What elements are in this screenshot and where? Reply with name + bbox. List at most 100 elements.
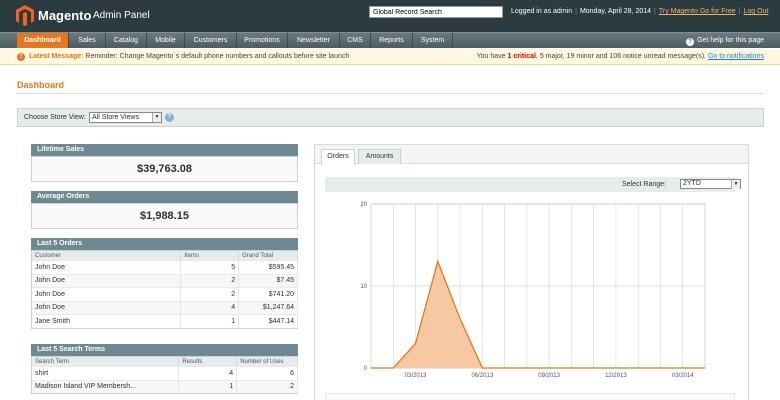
nav-promotions[interactable]: Promotions [237,33,288,48]
nav-system[interactable]: System [413,33,453,48]
brand-name: Magento [38,8,92,23]
col-customer: Customer [31,250,182,261]
order-customer: Jane Smith [31,314,182,328]
page-title: Dashboard [17,80,65,90]
summary-prefix: You have [476,53,506,60]
nav-cms[interactable]: CMS [340,33,371,48]
nav-dashboard[interactable]: Dashboard [17,33,69,48]
x-tick-label: 06/2013 [471,373,493,379]
nav-newsletter[interactable]: Newsletter [288,33,340,48]
average-orders-header: Average Orders [31,191,298,203]
main-nav: Dashboard Sales Catalog Mobile Customers… [0,32,780,48]
y-tick-label: 10 [360,284,367,290]
chevron-down-icon: ▼ [152,113,161,122]
search-uses: 6 [236,366,298,380]
lifetime-sales-header: Lifetime Sales [31,144,298,156]
store-view-select[interactable]: All Store Views ▼ [89,112,162,123]
brand-subtitle: Admin Panel [93,10,150,21]
title-divider [17,93,764,94]
help-icon: ? [686,38,695,46]
col-results: Results [178,356,238,367]
search-term: Madison Island VIP Membersh... [31,379,180,394]
x-tick-label: 12/2013 [605,373,627,379]
order-items: 5 [180,260,240,274]
col-grand-total: Grand Total [238,250,298,261]
store-switcher: Choose Store View: All Store Views ▼ ? [17,108,764,127]
minor-count: 19 minor [566,53,594,60]
chart-footer [325,393,735,400]
last-orders-table: Customer Items Grand Total John Doe 5 $595… [31,250,298,329]
col-uses: Number of Uses [236,356,298,367]
table-row[interactable]: John Doe 4 $1,247.64 [31,300,298,315]
nav-sales[interactable]: Sales [69,33,106,48]
last-search-header: Last 5 Search Terms [31,344,298,356]
global-search-input[interactable] [369,6,503,18]
user-info: Logged in as admin | Monday, April 28, 201… [511,8,769,15]
nav-mobile[interactable]: Mobile [147,33,185,48]
message-summary: You have 1 critical, 5 major, 19 minor a… [476,53,764,60]
order-total: $447.14 [238,314,298,328]
nav-catalog[interactable]: Catalog [106,33,147,48]
store-help-icon[interactable]: ? [165,113,174,122]
order-total: $7.45 [238,273,298,288]
order-customer: John Doe [31,273,182,288]
range-value: 2YTD [683,180,701,187]
latest-message-text: Reminder: Change Magento`s default phone… [85,53,350,60]
help-link[interactable]: ? Get help for this page [686,33,764,48]
y-tick-label: 0 [364,366,368,372]
order-items: 1 [180,314,240,328]
lifetime-sales-value: $39,763.08 [31,156,298,182]
notifications-link[interactable]: Go to notifications [708,53,764,60]
logged-in-text: Logged in as admin [511,8,573,15]
order-total: $595.45 [238,260,298,274]
major-count: 5 major [539,53,563,60]
order-items: 2 [180,287,240,301]
x-tick-label: 03/2014 [672,373,694,379]
order-customer: John Doe [31,287,182,301]
tab-amounts[interactable]: Amounts [358,149,401,164]
table-row[interactable]: Jane Smith 1 $447.14 [31,314,298,328]
select-range-label: Select Range: [622,181,666,188]
help-link-label: Get help for this page [697,37,764,44]
store-view-value: All Store Views [92,114,139,121]
tab-orders[interactable]: Orders [321,149,355,165]
table-row[interactable]: John Doe 5 $595.45 [31,260,298,274]
table-row[interactable]: John Doe 2 $7.45 [31,273,298,288]
search-results: 1 [178,379,238,394]
range-bar: Select Range: 2YTD ▼ [325,177,741,192]
try-go-link[interactable]: Try Magento Go for Free [659,8,736,15]
last-orders-header: Last 5 Orders [31,238,298,250]
summary-suffix: unread message(s). [643,53,707,60]
search-uses: 2 [236,379,298,394]
x-tick-label: 09/2013 [538,373,560,379]
search-results: 4 [178,366,238,380]
last-search-table: Search Term Results Number of Uses shirt… [31,356,298,394]
x-tick-label: 03/2013 [405,373,427,379]
logout-link[interactable]: Log Out [743,8,768,15]
col-search-term: Search Term [31,356,180,367]
message-bar: ! Latest Message: Reminder: Change Magen… [0,49,780,65]
order-items: 2 [180,273,240,288]
latest-message: Latest Message: Reminder: Change Magento… [29,53,349,60]
chart-tabs: Orders Amounts [315,145,748,165]
order-customer: John Doe [31,260,182,274]
table-row[interactable]: Madison Island VIP Membersh... 1 2 [31,379,298,394]
average-orders-value: $1,988.15 [31,203,298,229]
table-row[interactable]: shirt 4 6 [31,366,298,380]
y-tick-label: 20 [360,202,367,208]
order-customer: John Doe [31,300,182,315]
header-bar: Magento Admin Panel Logged in as admin|M… [0,0,780,32]
range-select[interactable]: 2YTD ▼ [680,179,741,189]
order-total: $741.20 [238,287,298,301]
nav-customers[interactable]: Customers [185,33,237,48]
order-items: 4 [180,300,240,315]
current-date: Monday, April 28, 2014 [579,8,652,15]
order-total: $1,247.64 [238,300,298,315]
table-row[interactable]: John Doe 2 $741.20 [31,287,298,301]
orders-chart: 0 10 20 03/2013 06/2013 09/2013 12/2013 03/2014 [360,202,706,379]
store-switcher-label: Choose Store View: [24,114,86,121]
nav-reports[interactable]: Reports [371,33,413,48]
magento-logo-icon [16,5,34,26]
col-items: Items [180,250,240,261]
chart-panel: Orders Amounts Select Range: 2YTD ▼ 0 10 2… [314,144,749,400]
